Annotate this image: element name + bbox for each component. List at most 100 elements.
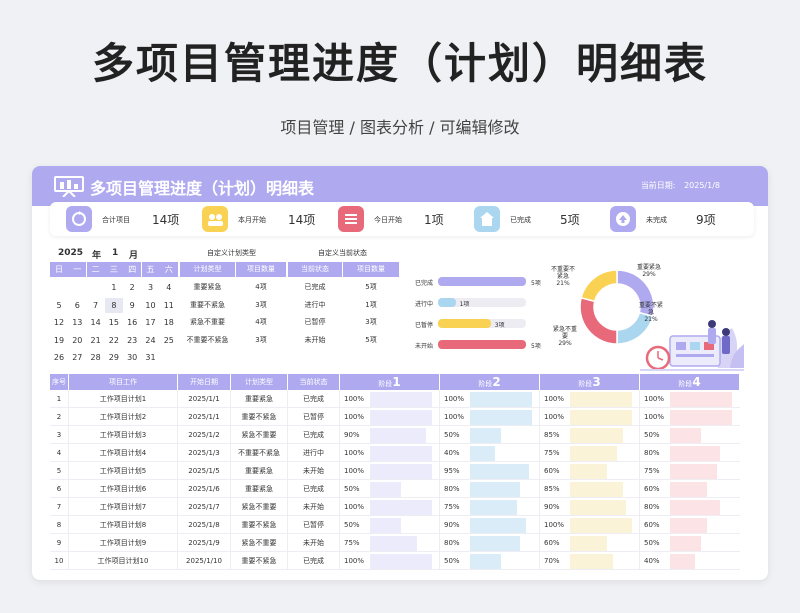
stage-progress-bar <box>570 445 617 461</box>
kpi-icon-box <box>202 206 228 232</box>
detail-cell-date: 2025/1/8 <box>178 516 230 534</box>
stage-percent: 80% <box>644 449 660 457</box>
calendar-day[interactable]: 6 <box>68 298 86 313</box>
detail-cell-date: 2025/1/7 <box>178 498 230 516</box>
calendar-day[interactable]: 17 <box>142 315 160 330</box>
stage-progress-bar <box>470 499 517 515</box>
stage-header-number: 2 <box>492 375 501 389</box>
calendar-day[interactable]: 26 <box>50 350 68 365</box>
detail-cell-name: 工作项目计划2 <box>69 408 177 426</box>
calendar-day[interactable]: 22 <box>105 333 123 348</box>
banner: 多项目管理进度（计划）明细表 当前日期: 2025/1/8 <box>32 166 768 206</box>
donut-slice <box>580 269 618 303</box>
calendar-year-unit: 年 <box>92 251 102 261</box>
type-table-cell: 重要不紧急 <box>190 300 225 309</box>
calendar-day[interactable]: 9 <box>123 298 141 313</box>
detail-cell-name: 工作项目计划5 <box>69 462 177 480</box>
status-bar-value: 5项 <box>531 280 541 287</box>
stage-progress-bar <box>670 391 732 407</box>
status-bar-track <box>438 298 526 307</box>
stage-percent: 90% <box>344 431 360 439</box>
calendar-day[interactable]: 7 <box>87 298 105 313</box>
stage-header-prefix: 阶段 <box>578 380 593 388</box>
type-table-cell: 重要紧急 <box>193 283 222 291</box>
detail-cell-status: 未开始 <box>288 534 339 552</box>
calendar-day[interactable]: 8 <box>104 297 123 313</box>
detail-cell-date: 2025/1/9 <box>178 534 230 552</box>
calendar-day[interactable]: 20 <box>68 333 86 348</box>
stage-percent: 100% <box>344 557 365 565</box>
main-title: 多项目管理进度（计划）明细表 <box>91 39 708 88</box>
stage-progress-bar <box>470 463 529 479</box>
calendar-day[interactable]: 15 <box>105 315 123 330</box>
calendar-day[interactable]: 27 <box>68 350 86 365</box>
calendar-day[interactable]: 24 <box>142 333 160 348</box>
calendar-day[interactable]: 12 <box>50 315 68 330</box>
calendar-month: 1 <box>112 248 119 258</box>
stage-percent: 50% <box>344 485 360 493</box>
calendar-month-unit: 月 <box>129 251 139 261</box>
stage-progress-bar <box>670 499 720 515</box>
stage-progress-bar <box>370 427 426 443</box>
detail-cell-no: 9 <box>50 534 68 552</box>
calendar-day[interactable]: 31 <box>142 350 160 365</box>
calendar-day[interactable]: 13 <box>68 315 86 330</box>
stage-percent: 100% <box>344 503 365 511</box>
calendar-day[interactable]: 19 <box>50 333 68 348</box>
calendar-day[interactable]: 28 <box>87 350 105 365</box>
calendar-day[interactable]: 30 <box>123 350 141 365</box>
donut-label: 紧急不重要 29% <box>552 326 578 347</box>
weekday-header: 日 <box>50 262 68 277</box>
detail-cell-name: 工作项目计划8 <box>69 516 177 534</box>
kpi-label: 合计项目 <box>102 216 130 224</box>
kpi-card: 未完成 9项 <box>610 206 740 232</box>
stage-progress-bar <box>470 481 520 497</box>
detail-header: 序号 <box>50 374 68 390</box>
detail-cell-date: 2025/1/1 <box>178 390 230 408</box>
detail-header: 当前状态 <box>288 374 339 390</box>
calendar-day[interactable]: 23 <box>123 333 141 348</box>
stage-progress-bar <box>670 535 701 551</box>
stage-percent: 80% <box>444 485 460 493</box>
detail-header: 计划类型 <box>231 374 287 390</box>
stage-percent: 60% <box>544 467 560 475</box>
stage-progress-bar <box>570 481 623 497</box>
calendar-day[interactable]: 2 <box>123 280 141 295</box>
kpi-card: 本月开始 14项 <box>202 206 332 232</box>
detail-cell-type: 紧急不重要 <box>231 426 287 444</box>
presentation-board-icon <box>54 176 84 197</box>
detail-cell-type: 不重要不紧急 <box>231 444 287 462</box>
calendar-day[interactable]: 5 <box>50 298 68 313</box>
status-table-cell: 5项 <box>365 335 377 344</box>
calendar-day[interactable]: 16 <box>123 315 141 330</box>
home-icon <box>480 212 494 226</box>
detail-cell-date: 2025/1/5 <box>178 462 230 480</box>
detail-cell-type: 重要不紧急 <box>231 552 287 570</box>
detail-cell-status: 已暂停 <box>288 408 339 426</box>
stage-header-prefix: 阶段 <box>378 380 393 388</box>
calendar-day[interactable]: 11 <box>160 298 178 313</box>
calendar-day[interactable]: 14 <box>87 315 105 330</box>
calendar-day[interactable]: 4 <box>160 280 178 295</box>
stage-percent: 75% <box>544 449 560 457</box>
detail-cell-type: 重要不紧急 <box>231 516 287 534</box>
stage-percent: 100% <box>544 413 565 421</box>
calendar-day[interactable]: 29 <box>105 350 123 365</box>
calendar-day[interactable]: 25 <box>160 333 178 348</box>
calendar-day[interactable]: 1 <box>105 280 123 295</box>
stage-progress-bar <box>570 499 626 515</box>
calendar-day[interactable]: 3 <box>142 280 160 295</box>
stage-percent: 50% <box>444 431 460 439</box>
stage-percent: 100% <box>644 413 665 421</box>
weekday-header: 一 <box>68 262 87 277</box>
people-icon <box>208 214 223 226</box>
calendar-day[interactable]: 21 <box>87 333 105 348</box>
calendar-day[interactable]: 18 <box>160 315 178 330</box>
detail-cell-date: 2025/1/10 <box>178 552 230 570</box>
stage-progress-bar <box>570 517 632 533</box>
calendar-day[interactable]: 10 <box>142 298 160 313</box>
donut-slice <box>579 296 618 345</box>
stage-header: 阶段1 <box>340 374 439 390</box>
kpi-label: 未完成 <box>646 216 667 224</box>
stage-progress-bar <box>470 427 501 443</box>
